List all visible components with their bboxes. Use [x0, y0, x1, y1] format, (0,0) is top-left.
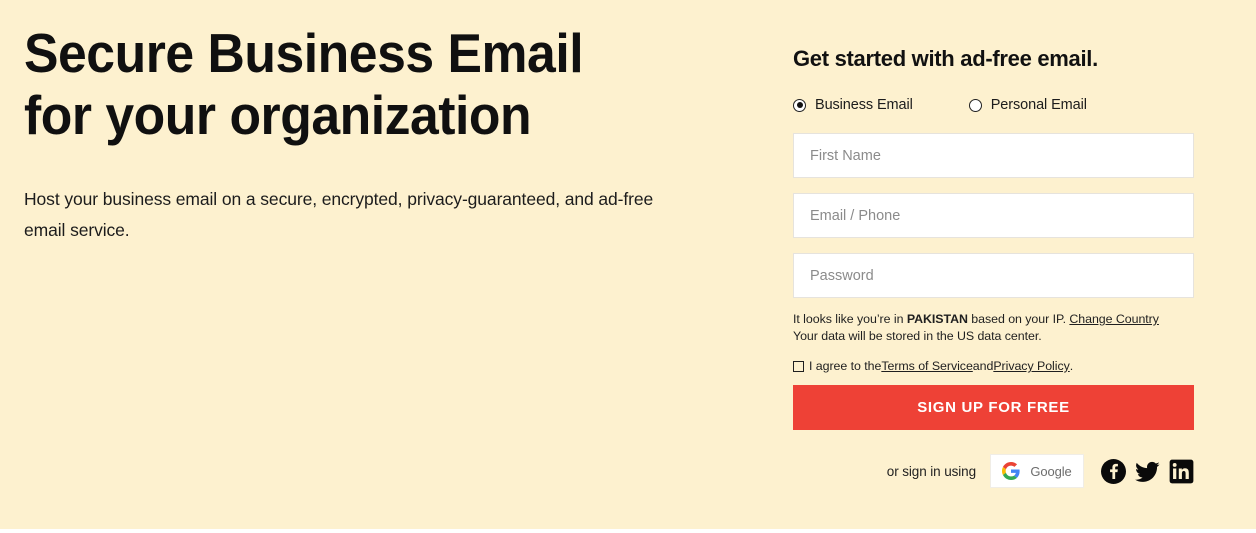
signup-page: Secure Business Email for your organizat… — [0, 0, 1256, 529]
terms-checkbox[interactable] — [793, 360, 804, 372]
radio-personal-email-label: Personal Email — [990, 97, 1087, 113]
facebook-icon[interactable] — [1101, 458, 1126, 484]
data-center-note: Your data will be stored in the US data … — [793, 329, 1042, 343]
signup-form: Get started with ad-free email. Business… — [793, 44, 1194, 488]
account-type-radio-group: Business Email Personal Email — [793, 96, 1194, 114]
terms-middle: and — [972, 359, 994, 373]
terms-agreement-row: I agree to the Terms of Service and Priv… — [793, 359, 1194, 373]
radio-business-email[interactable]: Business Email — [793, 97, 913, 113]
social-signin-label: or sign in using — [886, 463, 976, 479]
terms-suffix: . — [1069, 359, 1074, 373]
terms-of-service-link[interactable]: Terms of Service — [881, 359, 973, 373]
change-country-link[interactable]: Change Country — [1069, 312, 1159, 326]
input-fields — [793, 133, 1194, 298]
email-phone-input[interactable] — [793, 193, 1194, 238]
hero-section: Secure Business Email for your organizat… — [24, 22, 744, 240]
radio-personal-email[interactable]: Personal Email — [968, 97, 1087, 113]
radio-selected-icon — [793, 98, 806, 112]
first-name-input[interactable] — [793, 133, 1194, 178]
geo-country: PAKISTAN — [906, 312, 968, 326]
form-heading: Get started with ad-free email. — [793, 46, 1098, 71]
geo-location-note: It looks like you’re in PAKISTAN based o… — [793, 311, 1194, 345]
password-input[interactable] — [793, 253, 1194, 298]
google-icon — [1002, 462, 1020, 480]
terms-prefix: I agree to the — [809, 359, 882, 373]
linkedin-icon[interactable] — [1169, 459, 1194, 484]
sign-up-button[interactable]: SIGN UP FOR FREE — [793, 385, 1194, 430]
page-title: Secure Business Email for your organizat… — [24, 22, 584, 146]
google-signin-label: Google — [1030, 463, 1072, 479]
google-signin-button[interactable]: Google — [990, 454, 1084, 488]
radio-business-email-label: Business Email — [815, 97, 913, 113]
social-signin-row: or sign in using Google — [793, 454, 1194, 488]
privacy-policy-link[interactable]: Privacy Policy — [993, 359, 1069, 373]
twitter-icon[interactable] — [1135, 459, 1160, 484]
hero-subheadline: Host your business email on a secure, en… — [24, 189, 654, 240]
geo-suffix: based on your IP. — [967, 312, 1070, 326]
radio-unselected-icon — [968, 98, 982, 112]
geo-prefix: It looks like you’re in — [793, 312, 907, 326]
